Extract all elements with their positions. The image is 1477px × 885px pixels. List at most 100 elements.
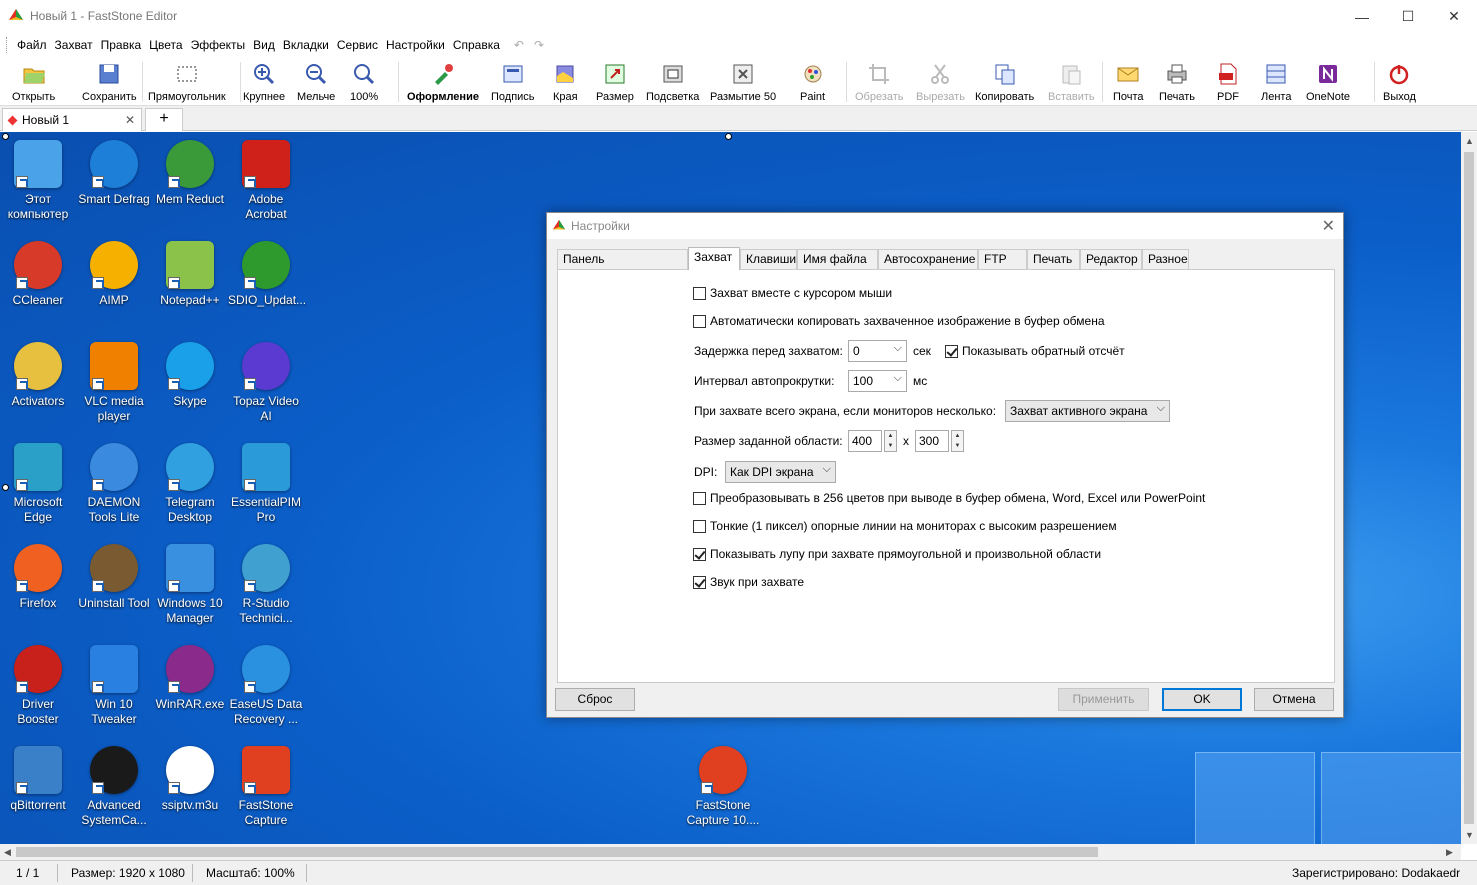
toolbar-button-copy[interactable]: Копировать [975,60,1034,104]
scroll-left-icon[interactable]: ◀ [4,847,11,858]
menu-item-1[interactable]: Захват [51,38,97,52]
desktop-icon-tweaker[interactable]: Win 10 Tweaker [76,645,152,727]
desktop-icon-skype[interactable]: Skype [152,342,228,409]
menu-item-3[interactable]: Цвета [145,38,186,52]
horizontal-scrollbar[interactable]: ◀ ▶ [0,844,1461,860]
redo-icon[interactable]: ↷ [534,38,544,52]
with-cursor-row[interactable]: Захват вместе с курсором мыши [693,286,892,300]
toolbar-button-resize[interactable]: Размер [596,60,634,104]
desktop-icon-win10manager[interactable]: Windows 10 Manager [152,544,228,626]
tab-close-icon[interactable]: ✕ [125,113,135,127]
delay-select[interactable]: 0 ⌵ [848,340,907,362]
menu-item-5[interactable]: Вид [249,38,279,52]
toolbar-button-blur[interactable]: Размытие 50 [710,60,776,104]
magnifier-checkbox[interactable] [693,547,706,561]
menu-item-2[interactable]: Правка [97,38,146,52]
desktop-icon-acrobat[interactable]: Adobe Acrobat [228,140,304,222]
desktop-icon-ccleaner[interactable]: CCleaner [0,241,76,308]
tab-5[interactable]: FTP [978,249,1027,269]
convert256-checkbox[interactable] [693,491,706,505]
toolbar-button-rectangle-select[interactable]: Прямоугольник [148,60,226,104]
tab-1[interactable]: Захват [688,247,740,270]
desktop-icon-winrar[interactable]: WinRAR.exe [152,645,228,712]
height-input[interactable]: 300 [915,430,949,452]
dialog-close-icon[interactable]: ✕ [1322,216,1335,236]
toolbar-button-save[interactable]: Сохранить [82,60,137,104]
desktop-icon-sdio[interactable]: SDIO_Updat... [228,241,306,308]
scroll-down-icon[interactable]: ▼ [1465,830,1474,840]
toolbar-button-pdf[interactable]: PDF [1216,60,1240,104]
with-cursor-checkbox[interactable] [693,286,706,300]
tab-4[interactable]: Автосохранение [878,249,978,269]
dpi-select[interactable]: Как DPI экрана ⌵ [725,461,836,483]
toolbar-button-edges[interactable]: Края [553,60,578,104]
horizontal-scroll-thumb[interactable] [16,847,1098,857]
tab-7[interactable]: Редактор [1080,249,1142,269]
thin-lines-checkbox[interactable] [693,519,706,533]
sound-checkbox[interactable] [693,575,706,589]
toolbar-button-print[interactable]: Печать [1159,60,1195,104]
maximize-button[interactable]: ☐ [1385,0,1431,33]
resize-handle-top[interactable] [725,133,732,140]
autoscroll-select[interactable]: 100 ⌵ [848,370,907,392]
add-tab-button[interactable]: + [145,108,183,131]
toolbar-button-zoom-in[interactable]: Крупнее [243,60,285,104]
tab-6[interactable]: Печать [1027,249,1080,269]
desktop-icon-firefox[interactable]: Firefox [0,544,76,611]
desktop-icon-computer[interactable]: Этот компьютер [0,140,76,222]
desktop-icon-faststone-installer[interactable]: FastStone Capture 10.... [685,746,761,828]
multi-monitor-select[interactable]: Захват активного экрана ⌵ [1005,400,1170,422]
menu-item-7[interactable]: Сервис [333,38,382,52]
tab-2[interactable]: Клавиши [740,249,797,269]
toolbar-button-zoom-100[interactable]: 100% [350,60,378,104]
ok-button[interactable]: OK [1162,688,1242,711]
tab-8[interactable]: Разное [1142,249,1189,269]
desktop-icon-daemon[interactable]: DAEMON Tools Lite [76,443,152,525]
desktop-icon-notepad[interactable]: Notepad++ [152,241,228,308]
desktop-icon-uninstall[interactable]: Uninstall Tool [76,544,152,611]
desktop-icon-rstudio[interactable]: R-Studio Technici... [228,544,304,626]
menu-item-6[interactable]: Вкладки [279,38,333,52]
auto-copy-row[interactable]: Автоматически копировать захваченное изо… [693,314,1105,328]
desktop-icon-aimp[interactable]: AIMP [76,241,152,308]
toolbar-button-decorate[interactable]: Оформление [407,60,479,104]
tab-0[interactable]: Панель инструментов [557,249,688,280]
toolbar-button-zoom-out[interactable]: Мельче [297,60,335,104]
countdown-checkbox[interactable] [944,344,958,358]
toolbar-button-power[interactable]: Выход [1383,60,1416,104]
toolbar-button-mail[interactable]: Почта [1113,60,1144,104]
desktop-icon-pim[interactable]: EssentialPIM Pro [228,443,304,525]
sound-row[interactable]: Звук при захвате [693,575,804,589]
desktop-icon-key[interactable]: Activators [0,342,76,409]
menu-item-9[interactable]: Справка [449,38,504,52]
menu-item-0[interactable]: Файл [13,38,51,52]
width-stepper[interactable]: ▲ ▼ [884,430,897,452]
minimize-button[interactable]: — [1339,0,1385,33]
toolbar-button-spotlight[interactable]: Подсветка [646,60,699,104]
close-button[interactable]: ✕ [1431,0,1477,33]
vertical-scroll-thumb[interactable] [1464,152,1474,824]
vertical-scrollbar[interactable]: ▲ ▼ [1461,132,1477,844]
height-stepper[interactable]: ▲ ▼ [951,430,964,452]
desktop-icon-driverbooster[interactable]: Driver Booster [0,645,76,727]
desktop-icon-topaz[interactable]: Topaz Video AI [228,342,304,424]
resize-handle-top-left[interactable] [2,133,9,140]
desktop-icon-faststone[interactable]: FastStone Capture [228,746,304,828]
desktop-icon-asc[interactable]: Advanced SystemCa... [76,746,152,828]
undo-icon[interactable]: ↶ [514,38,524,52]
scroll-right-icon[interactable]: ▶ [1446,847,1453,858]
desktop-icon-ram[interactable]: Mem Reduct [152,140,228,207]
cancel-button[interactable]: Отмена [1254,688,1334,711]
thin-lines-row[interactable]: Тонкие (1 пиксел) опорные линии на монит… [693,519,1117,533]
convert256-row[interactable]: Преобразовывать в 256 цветов при выводе … [693,491,1205,505]
apply-button[interactable]: Применить [1058,688,1149,711]
desktop-icon-easeus[interactable]: EaseUS Data Recovery ... [228,645,304,727]
auto-copy-checkbox[interactable] [693,314,706,328]
toolbar-button-paint[interactable]: Paint [800,60,825,104]
desktop-icon-qbittorrent[interactable]: qBittorrent [0,746,76,813]
menu-item-4[interactable]: Эффекты [187,38,250,52]
toolbar-button-ribbon[interactable]: Лента [1261,60,1291,104]
reset-button[interactable]: Сброс [555,688,635,711]
scroll-up-icon[interactable]: ▲ [1465,136,1474,146]
desktop-icon-defrag[interactable]: Smart Defrag [76,140,152,207]
